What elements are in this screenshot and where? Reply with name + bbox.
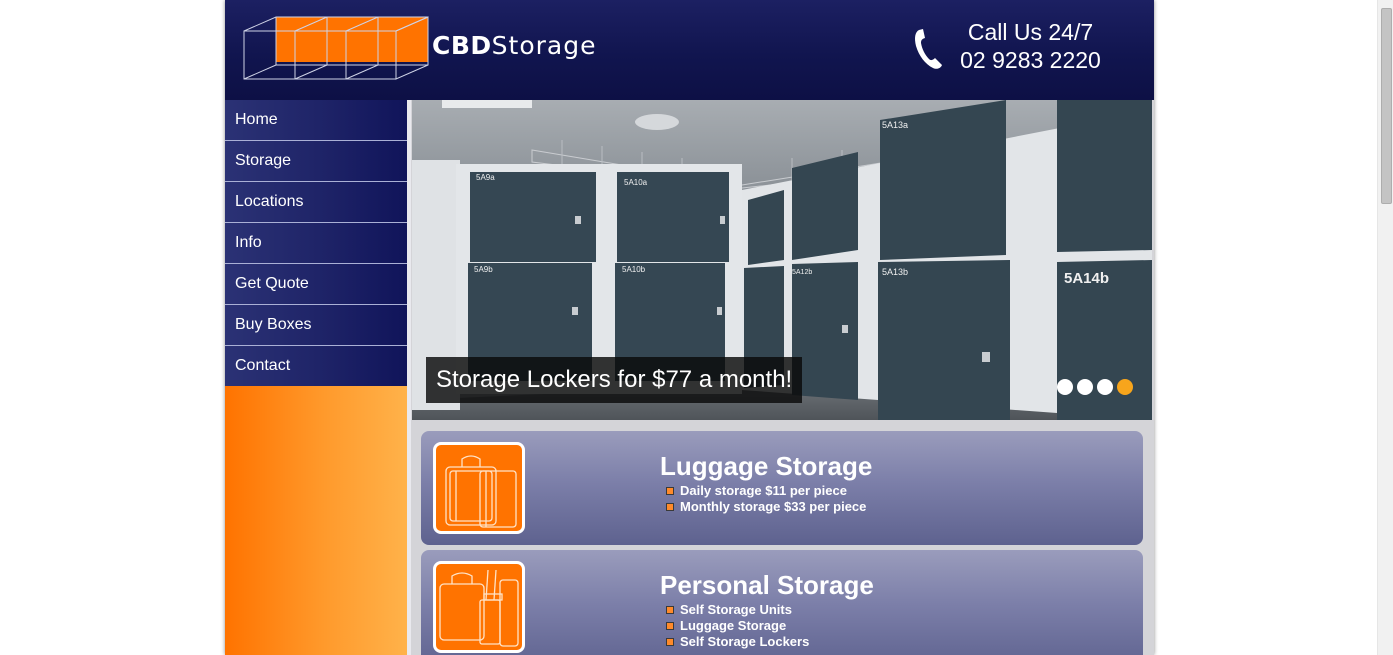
card-title: Personal Storage — [660, 570, 874, 600]
luggage-storage-card[interactable]: Luggage Storage Daily storage $11 per pi… — [421, 431, 1143, 545]
svg-text:5A13b: 5A13b — [882, 267, 908, 277]
luggage-icon — [433, 442, 525, 534]
svg-text:5A10b: 5A10b — [622, 265, 646, 274]
main-nav: Home Storage Locations Info Get Quote Bu… — [225, 100, 407, 386]
list-item: Monthly storage $33 per piece — [666, 499, 866, 515]
logo-wordmark[interactable]: CBDStorage — [432, 33, 596, 58]
list-item[interactable]: Self Storage Units — [666, 602, 809, 618]
site-container: CBDStorage Call Us 24/7 02 9283 2220 Hom… — [225, 0, 1154, 655]
logo-regular-text: Storage — [491, 31, 597, 60]
list-item[interactable]: Luggage Storage — [666, 618, 809, 634]
slider-dot-2[interactable] — [1077, 379, 1093, 395]
card-title: Luggage Storage — [660, 451, 873, 481]
svg-text:5A10a: 5A10a — [624, 178, 648, 187]
svg-text:5A9a: 5A9a — [476, 173, 495, 182]
call-us-block: Call Us 24/7 02 9283 2220 — [953, 18, 1108, 74]
svg-text:5A12b: 5A12b — [792, 269, 812, 276]
slide-caption: Storage Lockers for $77 a month! — [426, 357, 803, 403]
personal-storage-card[interactable]: Personal Storage Self Storage Units Lugg… — [421, 550, 1143, 655]
nav-item-get-quote[interactable]: Get Quote — [225, 264, 407, 305]
slider-dots — [1057, 379, 1137, 400]
nav-item-buy-boxes[interactable]: Buy Boxes — [225, 305, 407, 346]
site-header: CBDStorage Call Us 24/7 02 9283 2220 — [225, 0, 1154, 100]
logo-bold-text: CBD — [432, 31, 492, 60]
nav-item-contact[interactable]: Contact — [225, 346, 407, 386]
call-us-label: Call Us 24/7 — [967, 19, 1094, 45]
sidebar: Home Storage Locations Info Get Quote Bu… — [225, 100, 407, 655]
phone-number[interactable]: 02 9283 2220 — [953, 46, 1108, 74]
card-feature-list: Self Storage Units Luggage Storage Self … — [666, 602, 809, 650]
personal-storage-icon — [433, 561, 525, 653]
slider-dot-1[interactable] — [1057, 379, 1073, 395]
card-feature-list: Daily storage $11 per piece Monthly stor… — [666, 483, 866, 515]
nav-item-info[interactable]: Info — [225, 223, 407, 264]
hero-slider[interactable]: 5A9a 5A10a 5A9b 5A10b 5A13a 5A13b 5A12b 5A… — [412, 100, 1152, 420]
site-logo[interactable] — [243, 15, 433, 86]
svg-text:5A9b: 5A9b — [474, 265, 493, 274]
phone-icon — [913, 28, 943, 75]
slider-dot-3[interactable] — [1097, 379, 1113, 395]
logo-boxes-graphic — [243, 16, 429, 80]
list-item[interactable]: Self Storage Lockers — [666, 634, 809, 650]
scrollbar-thumb[interactable] — [1381, 8, 1392, 204]
page-scrollbar[interactable] — [1377, 0, 1393, 655]
svg-text:5A13a: 5A13a — [882, 120, 908, 130]
sidebar-divider — [407, 100, 411, 655]
nav-item-locations[interactable]: Locations — [225, 182, 407, 223]
svg-text:5A14b: 5A14b — [1064, 270, 1109, 287]
nav-item-storage[interactable]: Storage — [225, 141, 407, 182]
list-item: Daily storage $11 per piece — [666, 483, 866, 499]
nav-item-home[interactable]: Home — [225, 100, 407, 141]
slider-dot-4-active[interactable] — [1117, 379, 1133, 395]
